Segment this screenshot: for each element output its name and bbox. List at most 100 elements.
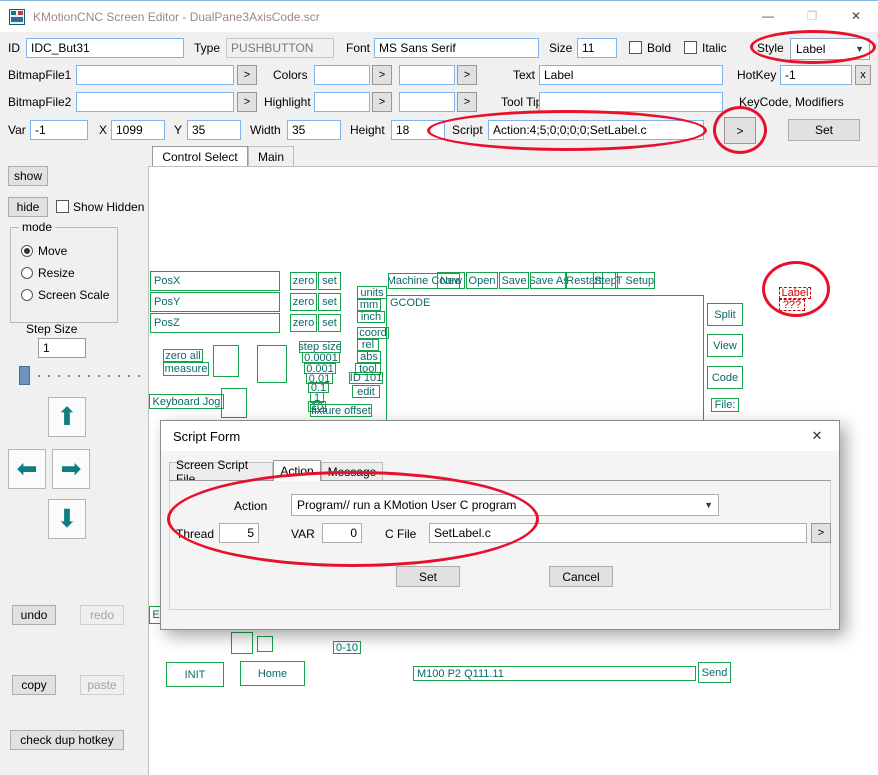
tooltip-input[interactable] (539, 92, 723, 112)
canvas-control-box[interactable] (213, 345, 239, 377)
bitmapfile1-browse-button[interactable]: > (237, 65, 257, 85)
canvas-control-set[interactable]: set (318, 293, 341, 311)
action-dropdown[interactable]: Program// run a KMotion User C program ▼ (291, 494, 719, 516)
slider-thumb[interactable] (19, 366, 30, 385)
dialog-tab-message[interactable]: Message (321, 462, 383, 481)
jog-down-button[interactable]: ⬇ (48, 499, 86, 539)
tab-control-select[interactable]: Control Select (152, 146, 248, 166)
y-input[interactable] (187, 120, 241, 140)
jog-up-button[interactable]: ⬆ (48, 397, 86, 437)
canvas-control-file[interactable]: File: (711, 398, 739, 412)
highlight-browse-button-1[interactable]: > (372, 92, 392, 112)
check-dup-hotkey-button[interactable]: check dup hotkey (10, 730, 124, 750)
var-input[interactable] (30, 120, 88, 140)
canvas-control-measure[interactable]: measure (163, 362, 209, 376)
show-button[interactable]: show (8, 166, 48, 186)
hotkey-clear-button[interactable]: x (855, 65, 871, 85)
canvas-control-fixture-offset[interactable]: fixture offset (310, 404, 372, 417)
thread-input[interactable] (219, 523, 259, 543)
canvas-control-zero-all[interactable]: zero all (163, 349, 203, 362)
step-size-slider[interactable] (6, 364, 144, 388)
x-input[interactable] (111, 120, 165, 140)
italic-checkbox[interactable] (684, 41, 697, 54)
size-input[interactable] (577, 38, 617, 58)
dialog-var-input[interactable] (322, 523, 362, 543)
canvas-control-0-0001[interactable]: 0.0001 (302, 352, 340, 363)
canvas-control-set[interactable]: set (318, 272, 341, 290)
bold-checkbox[interactable] (629, 41, 642, 54)
set-button[interactable]: Set (788, 119, 860, 141)
canvas-control-inch[interactable]: inch (357, 311, 385, 323)
canvas-control-mm[interactable]: mm (357, 299, 381, 311)
dialog-set-button[interactable]: Set (396, 566, 460, 587)
canvas-control-posx[interactable]: PosX (150, 271, 280, 291)
height-input[interactable] (391, 120, 445, 140)
canvas-control-open[interactable]: Open (466, 272, 498, 289)
cfile-input[interactable] (429, 523, 807, 543)
close-button[interactable]: ✕ (834, 1, 878, 32)
hide-button[interactable]: hide (8, 197, 48, 217)
canvas-control-posy[interactable]: PosY (150, 292, 280, 312)
style-dropdown[interactable]: Label ▼ (790, 38, 870, 60)
highlight-browse-button-2[interactable]: > (457, 92, 477, 112)
canvas-control-coord[interactable]: coord (357, 327, 389, 339)
canvas-control-send[interactable]: Send (698, 662, 731, 683)
highlight-input-1[interactable] (314, 92, 370, 112)
canvas-control-code[interactable]: Code (707, 366, 743, 389)
canvas-control-id-101[interactable]: ID 101 (349, 372, 383, 384)
jog-left-button[interactable]: ⬅ (8, 449, 46, 489)
canvas-control-save[interactable]: Save (499, 272, 529, 289)
canvas-control-box[interactable] (221, 388, 247, 418)
colors-browse-button-1[interactable]: > (372, 65, 392, 85)
canvas-control-t-setup[interactable]: T Setup (615, 272, 655, 289)
canvas-control-m100-p2-q111-11[interactable]: M100 P2 Q111.11 (413, 666, 696, 681)
cfile-browse-button[interactable]: > (811, 523, 831, 543)
canvas-control-[interactable]: ??? (779, 299, 805, 311)
canvas-control-save-as[interactable]: Save As (530, 272, 567, 289)
mode-radio-move[interactable]: Move (21, 244, 67, 258)
text-input[interactable] (539, 65, 723, 85)
canvas-control-zero[interactable]: zero (290, 293, 317, 311)
bitmapfile1-input[interactable] (76, 65, 234, 85)
colors-input-1[interactable] (314, 65, 370, 85)
bitmapfile2-input[interactable] (76, 92, 234, 112)
script-browse-button[interactable]: > (724, 117, 756, 144)
dialog-tab-action[interactable]: Action (273, 460, 321, 481)
canvas-control-rel[interactable]: rel (357, 339, 379, 351)
step-size-input[interactable] (38, 338, 86, 358)
canvas-control-box[interactable] (257, 345, 287, 383)
highlight-input-2[interactable] (399, 92, 455, 112)
colors-input-2[interactable] (399, 65, 455, 85)
canvas-control-posz[interactable]: PosZ (150, 313, 280, 333)
canvas-control-home[interactable]: Home (240, 661, 305, 686)
canvas-control-new[interactable]: New (437, 272, 465, 289)
canvas-control-set[interactable]: set (318, 314, 341, 332)
canvas-control-view[interactable]: View (707, 334, 743, 357)
canvas-control-split[interactable]: Split (707, 303, 743, 326)
canvas-control-0-10[interactable]: 0-10 (333, 641, 361, 654)
colors-browse-button-2[interactable]: > (457, 65, 477, 85)
canvas-control-zero[interactable]: zero (290, 314, 317, 332)
dialog-tab-screen-script-file[interactable]: Screen Script File (169, 462, 273, 481)
canvas-control-abs[interactable]: abs (357, 351, 381, 363)
canvas-control-keyboard-jog[interactable]: Keyboard Jog (149, 394, 224, 409)
show-hidden-checkbox[interactable] (56, 200, 69, 213)
script-input[interactable] (488, 120, 704, 140)
canvas-control-box[interactable] (231, 632, 253, 654)
bitmapfile2-browse-button[interactable]: > (237, 92, 257, 112)
canvas-control-label[interactable]: Label (779, 287, 811, 299)
canvas-control-edit[interactable]: edit (352, 385, 380, 398)
jog-right-button[interactable]: ➡ (52, 449, 90, 489)
canvas-control-init[interactable]: INIT (166, 662, 224, 687)
mode-radio-resize[interactable]: Resize (21, 266, 75, 280)
canvas-control-zero[interactable]: zero (290, 272, 317, 290)
width-input[interactable] (287, 120, 341, 140)
hotkey-input[interactable] (780, 65, 852, 85)
mode-radio-screen-scale[interactable]: Screen Scale (21, 288, 109, 302)
dialog-close-button[interactable]: ✕ (795, 421, 839, 451)
copy-button[interactable]: copy (12, 675, 56, 695)
tab-main[interactable]: Main (248, 146, 294, 166)
minimize-button[interactable]: — (746, 1, 790, 32)
font-input[interactable] (374, 38, 539, 58)
undo-button[interactable]: undo (12, 605, 56, 625)
